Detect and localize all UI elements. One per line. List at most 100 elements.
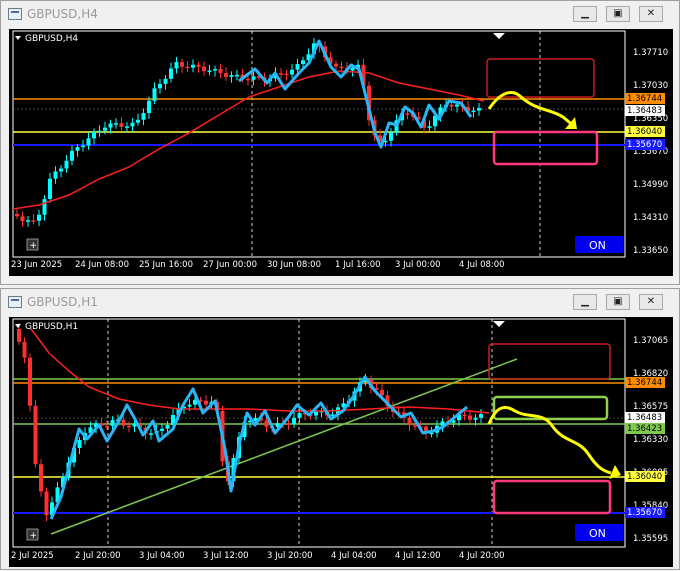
svg-text:27 Jun 00:00: 27 Jun 00:00 bbox=[203, 260, 257, 270]
candle-body bbox=[462, 414, 467, 417]
candlesticks bbox=[17, 323, 483, 522]
candle-body bbox=[75, 147, 80, 151]
svg-text:30 Jun 08:00: 30 Jun 08:00 bbox=[267, 260, 321, 270]
chart-window-icon bbox=[8, 296, 22, 308]
dropdown-icon[interactable] bbox=[15, 324, 21, 328]
resistance-zone-rectangle[interactable] bbox=[486, 58, 595, 98]
svg-text:1.36330: 1.36330 bbox=[633, 435, 668, 445]
plus-glyph: + bbox=[30, 531, 38, 541]
wave-pattern-drawing[interactable] bbox=[49, 375, 468, 520]
candle-body bbox=[279, 73, 283, 75]
svg-text:4 Jul 08:00: 4 Jul 08:00 bbox=[459, 260, 505, 270]
price-tag-yellow-label: 1.36040 bbox=[627, 127, 662, 137]
candle-body bbox=[185, 66, 190, 69]
target-zone-rectangle[interactable] bbox=[492, 479, 612, 515]
candle-body bbox=[53, 171, 58, 179]
svg-text:24 Jun 08:00: 24 Jun 08:00 bbox=[75, 260, 129, 270]
target-zone-rectangle[interactable] bbox=[492, 130, 599, 166]
candle-body bbox=[28, 357, 32, 406]
candle-body bbox=[204, 400, 208, 405]
svg-text:3 Jul 20:00: 3 Jul 20:00 bbox=[267, 551, 313, 561]
candle-body bbox=[103, 127, 107, 131]
window-title: GBPUSD,H4 bbox=[27, 7, 98, 21]
candle-body bbox=[180, 62, 184, 67]
maximize-button[interactable]: ▣ bbox=[606, 294, 630, 310]
candle-body bbox=[169, 68, 173, 79]
window-titlebar[interactable]: GBPUSD,H1 ▁ ▣ ✕ bbox=[1, 289, 679, 317]
price-tag-bid-label: 1.36483 bbox=[627, 106, 662, 116]
candle-body bbox=[405, 113, 410, 115]
candle-body bbox=[97, 130, 102, 133]
candle-body bbox=[339, 66, 344, 69]
window-titlebar[interactable]: GBPUSD,H4 ▁ ▣ ✕ bbox=[1, 1, 679, 29]
candle-body bbox=[77, 439, 82, 448]
svg-text:1.36575: 1.36575 bbox=[633, 402, 668, 412]
svg-text:2 Jul 20:00: 2 Jul 20:00 bbox=[75, 551, 121, 561]
candle-body bbox=[449, 104, 454, 107]
wave-pattern-drawing[interactable] bbox=[238, 39, 473, 149]
svg-text:1.37065: 1.37065 bbox=[633, 336, 668, 346]
time-axis: 23 Jun 2025 24 Jun 08:00 25 Jun 16:00 27… bbox=[11, 260, 505, 270]
candle-body bbox=[22, 341, 27, 358]
price-chart-h1[interactable]: GBPUSD,H1 1.37065 1.36820 1.36575 1.3633… bbox=[9, 317, 673, 567]
projection-arrow[interactable] bbox=[487, 406, 612, 475]
close-button[interactable]: ✕ bbox=[639, 294, 663, 310]
on-button-label: ON bbox=[589, 527, 606, 540]
minimize-button[interactable]: ▁ bbox=[573, 6, 597, 22]
minimize-button[interactable]: ▁ bbox=[573, 294, 597, 310]
price-tag-bid-label: 1.36483 bbox=[627, 413, 662, 423]
shift-marker-icon[interactable] bbox=[493, 33, 505, 39]
candle-body bbox=[147, 100, 151, 114]
symbol-label: GBPUSD,H1 bbox=[25, 322, 78, 332]
candle-body bbox=[235, 74, 239, 77]
candle-body bbox=[295, 64, 300, 70]
candle-body bbox=[17, 329, 21, 342]
candle-body bbox=[292, 417, 296, 424]
chart-canvas-h1[interactable]: GBPUSD,H1 1.37065 1.36820 1.36575 1.3633… bbox=[9, 317, 673, 567]
moving-average-line bbox=[30, 328, 490, 414]
candle-body bbox=[165, 425, 170, 429]
chart-canvas-h4[interactable]: GBPUSD,H4 1.37710 1.37030 1.36350 1.3567… bbox=[9, 29, 673, 276]
candle-body bbox=[455, 104, 459, 107]
maximize-button[interactable]: ▣ bbox=[606, 6, 630, 22]
time-axis: 2 Jul 2025 2 Jul 20:00 3 Jul 04:00 3 Jul… bbox=[11, 551, 505, 561]
candle-body bbox=[121, 419, 126, 426]
candle-body bbox=[81, 145, 85, 148]
chart-window-h1[interactable]: GBPUSD,H1 ▁ ▣ ✕ GBPUSD,H1 1.37065 1.3682… bbox=[0, 288, 680, 570]
candle-body bbox=[70, 150, 74, 161]
price-chart-h4[interactable]: GBPUSD,H4 1.37710 1.37030 1.36350 1.3567… bbox=[9, 29, 673, 276]
price-tag-blue-label: 1.35670 bbox=[627, 508, 662, 518]
ascending-trendline[interactable] bbox=[50, 358, 518, 535]
candle-body bbox=[218, 69, 223, 74]
dropdown-icon[interactable] bbox=[15, 36, 21, 40]
shift-marker-icon[interactable] bbox=[493, 321, 505, 327]
price-tag-blue-label: 1.35670 bbox=[627, 140, 662, 150]
on-button-label: ON bbox=[589, 239, 606, 252]
price-tag-orange-label: 1.36744 bbox=[627, 94, 662, 104]
candle-body bbox=[152, 88, 157, 101]
svg-text:4 Jul 12:00: 4 Jul 12:00 bbox=[395, 551, 441, 561]
resistance-zone-rectangle[interactable] bbox=[488, 343, 611, 380]
close-button[interactable]: ✕ bbox=[639, 6, 663, 22]
candle-body bbox=[132, 423, 137, 427]
svg-text:3 Jul 12:00: 3 Jul 12:00 bbox=[203, 551, 249, 561]
candle-body bbox=[130, 122, 135, 127]
price-tag-orange-label: 1.36744 bbox=[627, 378, 662, 388]
svg-text:23 Jun 2025: 23 Jun 2025 bbox=[11, 260, 62, 270]
candle-body bbox=[468, 415, 472, 420]
candle-body bbox=[202, 66, 206, 72]
candle-body bbox=[86, 138, 91, 146]
chart-window-h4[interactable]: GBPUSD,H4 ▁ ▣ ✕ GBPUSD,H4 1.37710 1.3703… bbox=[0, 0, 680, 285]
candle-body bbox=[127, 425, 131, 428]
candle-body bbox=[136, 119, 140, 123]
candle-body bbox=[413, 425, 417, 427]
candle-body bbox=[15, 214, 19, 217]
candle-body bbox=[92, 131, 96, 139]
candle-body bbox=[37, 214, 41, 221]
candle-body bbox=[473, 417, 478, 420]
price-axis: 1.37710 1.37030 1.36350 1.35670 1.34990 … bbox=[633, 48, 668, 256]
candle-body bbox=[20, 216, 25, 222]
moving-average-line bbox=[12, 70, 485, 210]
candle-body bbox=[251, 76, 256, 80]
candle-body bbox=[26, 220, 30, 222]
